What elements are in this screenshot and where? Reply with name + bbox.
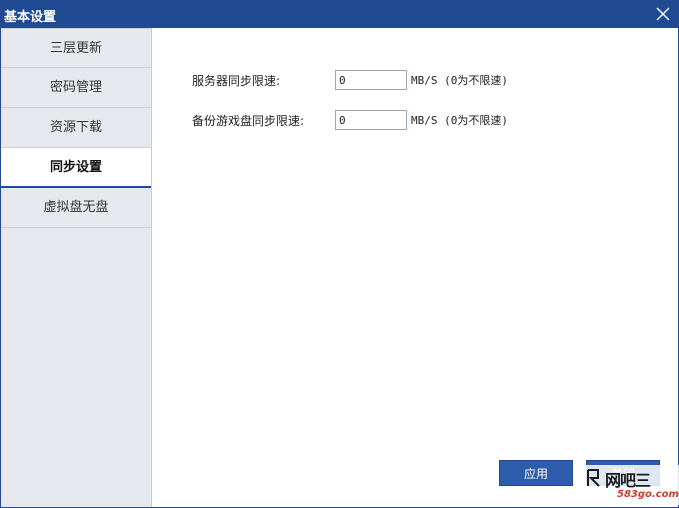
site-watermark: 网吧三 583go.com [583,465,679,505]
watermark-site: 583go.com [617,489,679,500]
backup-sync-label: 备份游戏盘同步限速: [192,113,305,128]
server-sync-row: 服务器同步限速: MB/S (0为不限速) [192,69,508,91]
title-bar[interactable]: 基本设置 [1,1,678,28]
sidebar-item-virtual-disk[interactable]: 虚拟盘无盘 [1,188,151,228]
backup-sync-limit-input[interactable] [335,110,407,130]
settings-dialog: 基本设置 三层更新 密码管理 资源下载 同步设置 虚拟盘无盘 服务器同步限速: [0,0,679,508]
dialog-title: 基本设置 [4,10,57,25]
sidebar-item-resource-download[interactable]: 资源下载 [1,108,151,148]
backup-sync-row: 备份游戏盘同步限速: MB/S (0为不限速) [192,109,508,131]
sync-settings-panel: 服务器同步限速: MB/S (0为不限速) 备份游戏盘同步限速: MB/S (0… [153,28,678,507]
sidebar-item-label: 密码管理 [49,80,102,95]
apply-button[interactable]: 应用 [499,460,573,486]
sidebar-item-label: 资源下载 [49,120,102,135]
sidebar-item-label: 三层更新 [49,41,102,56]
sidebar-item-password-management[interactable]: 密码管理 [1,68,151,108]
server-sync-unit: MB/S (0为不限速) [411,74,508,87]
server-sync-label: 服务器同步限速: [192,73,281,88]
settings-sidebar: 三层更新 密码管理 资源下载 同步设置 虚拟盘无盘 [1,28,152,507]
watermark-text: 网吧三 [605,471,651,490]
watermark-logo-icon [585,467,603,489]
close-icon[interactable] [654,5,672,23]
backup-sync-unit: MB/S (0为不限速) [411,114,508,127]
sidebar-item-sync-settings[interactable]: 同步设置 [1,148,151,188]
sidebar-item-three-tier-update[interactable]: 三层更新 [1,28,151,68]
sidebar-item-label: 虚拟盘无盘 [43,200,109,215]
sidebar-item-label: 同步设置 [49,160,102,175]
server-sync-limit-input[interactable] [335,70,407,90]
